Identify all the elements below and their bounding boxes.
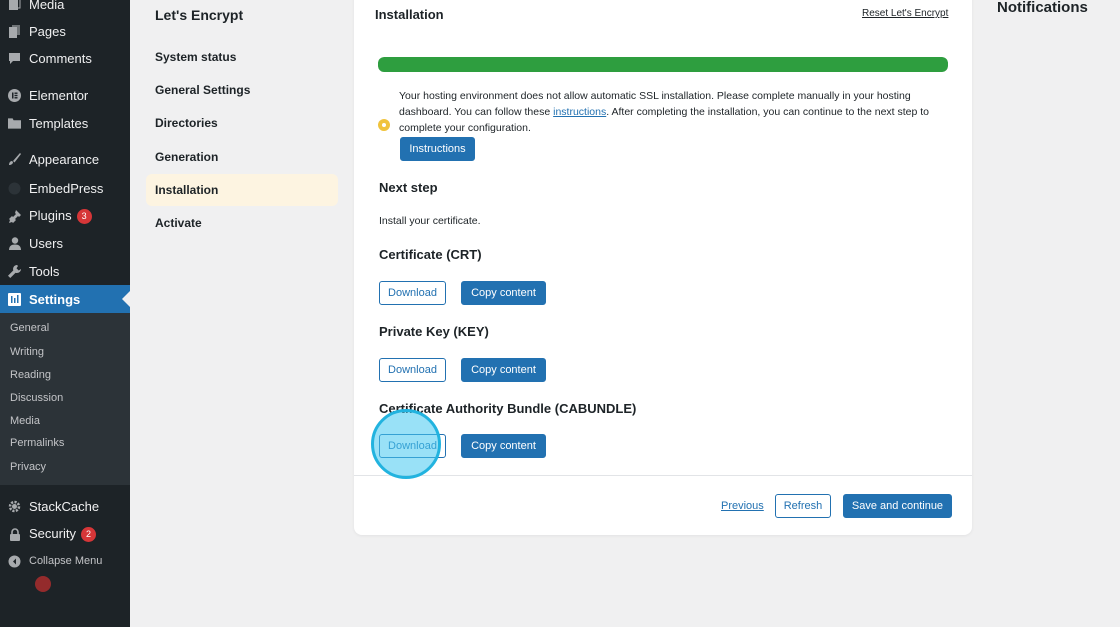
menu-item-settings[interactable]: Settings (0, 285, 130, 313)
nav-item-general-settings[interactable]: General Settings (146, 74, 338, 106)
menu-item-label: Users (29, 235, 63, 251)
submenu-item-writing[interactable]: Writing (10, 346, 44, 358)
user-icon (8, 236, 21, 250)
menu-item-label: Settings (29, 291, 81, 307)
nav-item-generation[interactable]: Generation (146, 141, 338, 173)
copy-key-button[interactable]: Copy content (461, 358, 546, 382)
menu-item-label: StackCache (29, 498, 100, 514)
nav-item-directories[interactable]: Directories (146, 107, 338, 139)
menu-item-label: Media (29, 0, 65, 12)
menu-item-label: Plugins (29, 207, 72, 223)
submenu-item-general[interactable]: General (10, 322, 49, 334)
gear-icon (8, 500, 21, 513)
menu-item-label: Security (29, 525, 76, 541)
admin-sidebar: Media Pages Comments Elementor Templates… (0, 0, 130, 627)
menu-item-embedpress[interactable]: EmbedPress (0, 174, 130, 202)
notifications-title: Notifications (997, 0, 1088, 16)
media-icon (8, 0, 21, 11)
menu-item-media[interactable]: Media (0, 0, 130, 18)
panel-footer-divider (354, 475, 972, 476)
download-cabundle-button[interactable]: Download (379, 434, 446, 458)
menu-item-templates[interactable]: Templates (0, 109, 130, 137)
progress-bar-fill (378, 57, 948, 72)
instructions-button[interactable]: Instructions (400, 137, 475, 161)
collapse-icon (8, 555, 21, 568)
download-key-button[interactable]: Download (379, 358, 446, 382)
menu-item-label: Comments (29, 50, 92, 66)
copy-cabundle-button[interactable]: Copy content (461, 434, 546, 458)
certificate-crt-heading: Certificate (CRT) (379, 247, 482, 262)
menu-item-label: Appearance (29, 151, 100, 167)
next-step-heading: Next step (379, 180, 438, 195)
submenu-item-media[interactable]: Media (10, 415, 40, 427)
progress-bar (378, 57, 948, 72)
nav-item-system-status[interactable]: System status (146, 41, 338, 73)
security-badge: 2 (80, 527, 96, 543)
menu-item-tools[interactable]: Tools (0, 257, 130, 285)
warning-icon (378, 119, 390, 131)
settings-nav-title: Let's Encrypt (155, 7, 244, 23)
submenu-item-permalinks[interactable]: Permalinks (10, 437, 64, 449)
menu-item-label: Pages (29, 23, 66, 39)
settings-icon (8, 292, 21, 306)
menu-item-elementor[interactable]: Elementor (0, 81, 130, 109)
menu-item-label: Collapse Menu (29, 555, 103, 567)
cabundle-heading: Certificate Authority Bundle (CABUNDLE) (379, 401, 637, 416)
menu-item-label: Elementor (29, 87, 89, 103)
panel-title: Installation (375, 7, 444, 22)
nav-item-activate[interactable]: Activate (146, 207, 338, 239)
menu-item-users[interactable]: Users (0, 229, 130, 257)
menu-item-appearance[interactable]: Appearance (0, 145, 130, 173)
plugin-icon (8, 209, 21, 223)
instructions-link[interactable]: instructions (553, 106, 606, 118)
notification-dot (35, 576, 51, 592)
menu-item-security[interactable]: Security 2 (0, 520, 130, 548)
pages-icon (8, 24, 21, 38)
lock-icon (8, 527, 21, 541)
menu-item-stackcache[interactable]: StackCache (0, 492, 130, 520)
wrench-icon (8, 264, 21, 278)
nav-item-installation[interactable]: Installation (146, 174, 338, 206)
menu-item-plugins[interactable]: Plugins 3 (0, 202, 130, 230)
private-key-heading: Private Key (KEY) (379, 324, 489, 339)
previous-link[interactable]: Previous (721, 500, 764, 512)
refresh-button[interactable]: Refresh (775, 494, 831, 518)
elementor-icon (8, 88, 21, 102)
submenu-item-discussion[interactable]: Discussion (10, 392, 63, 404)
next-step-text: Install your certificate. (379, 215, 481, 227)
folder-icon (8, 117, 21, 130)
download-crt-button[interactable]: Download (379, 281, 446, 305)
settings-submenu: General Writing Reading Discussion Media… (0, 313, 130, 485)
menu-item-label: Templates (29, 115, 89, 131)
comments-icon (8, 52, 21, 65)
installation-panel (354, 0, 972, 535)
menu-item-label: EmbedPress (29, 180, 104, 196)
collapse-menu-button[interactable]: Collapse Menu (0, 547, 130, 575)
reset-lets-encrypt-link[interactable]: Reset Let's Encrypt (862, 8, 948, 19)
menu-item-comments[interactable]: Comments (0, 44, 130, 72)
embedpress-icon (8, 182, 21, 195)
notice-text: Your hosting environment does not allow … (399, 89, 949, 136)
copy-crt-button[interactable]: Copy content (461, 281, 546, 305)
plugins-update-badge: 3 (76, 209, 92, 225)
menu-item-label: Tools (29, 263, 60, 279)
menu-item-pages[interactable]: Pages (0, 17, 130, 45)
submenu-item-privacy[interactable]: Privacy (10, 461, 46, 473)
paintbrush-icon (8, 152, 21, 166)
save-and-continue-button[interactable]: Save and continue (843, 494, 952, 518)
submenu-item-reading[interactable]: Reading (10, 369, 51, 381)
